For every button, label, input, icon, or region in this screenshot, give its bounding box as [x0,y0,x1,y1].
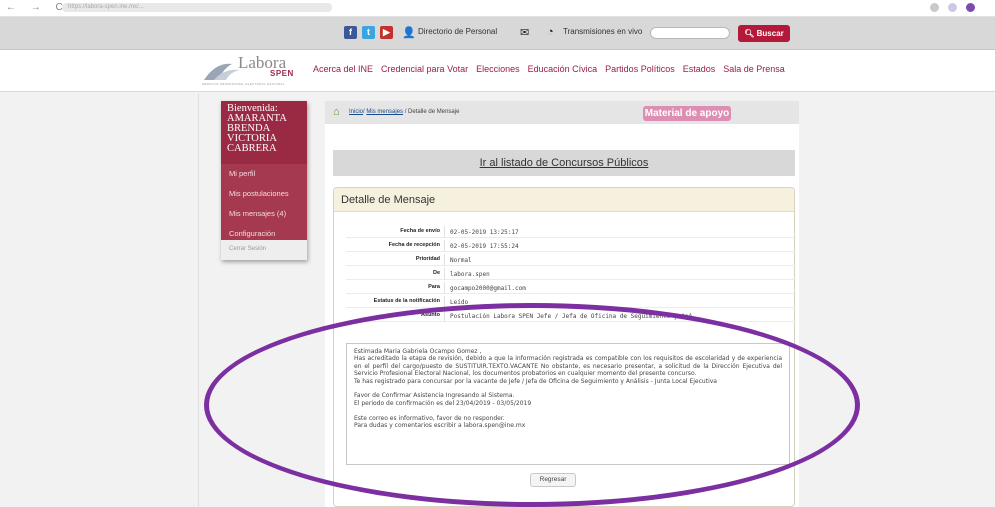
field-label: Para [428,284,440,290]
logo-sub: SPEN [270,69,294,78]
nav-item[interactable]: Elecciones [476,64,520,74]
sidebar-item[interactable]: Mis postulaciones [229,189,289,198]
field-separator [444,226,445,238]
field-row: De labora.spen [346,268,796,280]
address-bar-text: https://labora-spen.ine.mx/... [68,4,144,10]
sidebar-item[interactable]: Mi perfil [229,169,255,178]
nav-item[interactable]: Educación Cívica [528,64,598,74]
sidebar-item[interactable]: Mis mensajes (4) [229,209,286,218]
field-label: Prioridad [415,256,440,262]
nav-item[interactable]: Credencial para Votar [381,64,468,74]
mail-icon[interactable]: ✉ [520,26,529,39]
field-row: Para gocampo2000@gmail.com [346,282,796,294]
home-icon[interactable]: ⌂ [333,106,340,118]
field-value: 02-05-2019 13:25:17 [450,229,519,236]
annotation-ellipse [204,303,860,507]
nav-item[interactable]: Sala de Prensa [723,64,785,74]
nav-item[interactable]: Acerca del INE [313,64,373,74]
welcome-text: Bienvenida: AMARANTA BRENDA VICTORIA CAB… [227,103,287,154]
field-value: labora.spen [450,271,490,278]
site-header: Labora SPEN SERVICIO PROFESIONAL ELECTOR… [0,50,995,92]
listado-link[interactable]: Ir al listado de Concursos Públicos [333,157,795,169]
field-separator [444,254,445,266]
directorio-link[interactable]: Directorio de Personal [418,27,497,36]
logo-swoosh-icon [204,63,240,80]
profile-icon[interactable] [966,3,975,12]
listado-bar: Ir al listado de Concursos Públicos [333,150,795,176]
browser-toolbar: ← → C https://labora-spen.ine.mx/... [0,0,995,17]
field-row: Prioridad Normal [346,254,796,266]
twitter-icon[interactable]: t [362,26,375,39]
sidebar-menu: Mi perfil Mis postulaciones Mis mensajes (… [221,164,307,240]
logo-tagline: SERVICIO PROFESIONAL ELECTORAL NACIONAL [202,82,285,86]
field-separator [444,240,445,252]
detail-header: Detalle de Mensaje [334,188,794,212]
field-label: De [432,270,440,276]
labora-logo[interactable]: Labora SPEN SERVICIO PROFESIONAL ELECTOR… [200,52,305,89]
browser-nav-buttons[interactable]: ← → C [6,2,69,13]
directory-icon: 👤 [402,27,416,39]
logout-label: Cerrar Sesión [229,246,267,252]
rss-icon: ◔ [547,26,554,38]
field-label: Fecha de recepción [388,242,440,248]
transmisiones-link[interactable]: Transmisiones en vivo [563,27,642,36]
field-separator [444,282,445,294]
field-label: Fecha de envío [400,228,440,234]
nav-item[interactable]: Partidos Políticos [605,64,675,74]
extension-icon[interactable] [930,3,939,12]
logout-link[interactable]: Cerrar Sesión [221,240,307,260]
facebook-icon[interactable]: f [344,26,357,39]
column-divider [198,93,199,507]
breadcrumb-home[interactable]: Inicio [349,109,363,115]
field-value: gocampo2000@gmail.com [450,285,526,292]
field-value: Normal [450,257,472,264]
material-apoyo-button[interactable]: Material de apoyo [643,106,731,121]
youtube-icon[interactable]: ▶ [380,26,393,39]
bookmark-icon[interactable] [948,3,957,12]
screen: ← → C https://labora-spen.ine.mx/... f t ▶… [0,0,995,507]
detail-title: Detalle de Mensaje [341,194,436,206]
field-value: 02-05-2019 17:55:24 [450,243,519,250]
buscar-button[interactable]: 🔍︎ Buscar [738,25,790,42]
address-bar[interactable]: https://labora-spen.ine.mx/... [62,3,332,12]
field-separator [444,268,445,280]
breadcrumb-mensajes[interactable]: Mis mensajes [366,109,403,115]
field-row: Fecha de recepción 02-05-2019 17:55:24 [346,240,796,252]
field-row: Fecha de envío 02-05-2019 13:25:17 [346,226,796,238]
buscar-label: Buscar [756,29,784,38]
nav-item[interactable]: Estados [683,64,716,74]
field-label: Estatus de la notificación [373,298,440,304]
user-sidebar: Bienvenida: AMARANTA BRENDA VICTORIA CAB… [221,101,307,260]
breadcrumb-current: / Detalle de Mensaje [404,109,460,115]
breadcrumb: ⌂ Inicio/ Mis mensajes / Detalle de Mens… [325,101,799,124]
breadcrumb-text: Inicio/ Mis mensajes / Detalle de Mensaj… [349,109,460,115]
sidebar-item[interactable]: Configuración [229,229,275,238]
search-input[interactable] [650,27,730,39]
utility-bar: f t ▶ 👤 Directorio de Personal ✉ ◔ Transmi… [0,17,995,50]
main-nav: Acerca del INE Credencial para Votar Elecc… [313,64,793,74]
search-icon: 🔍︎ [744,29,757,38]
